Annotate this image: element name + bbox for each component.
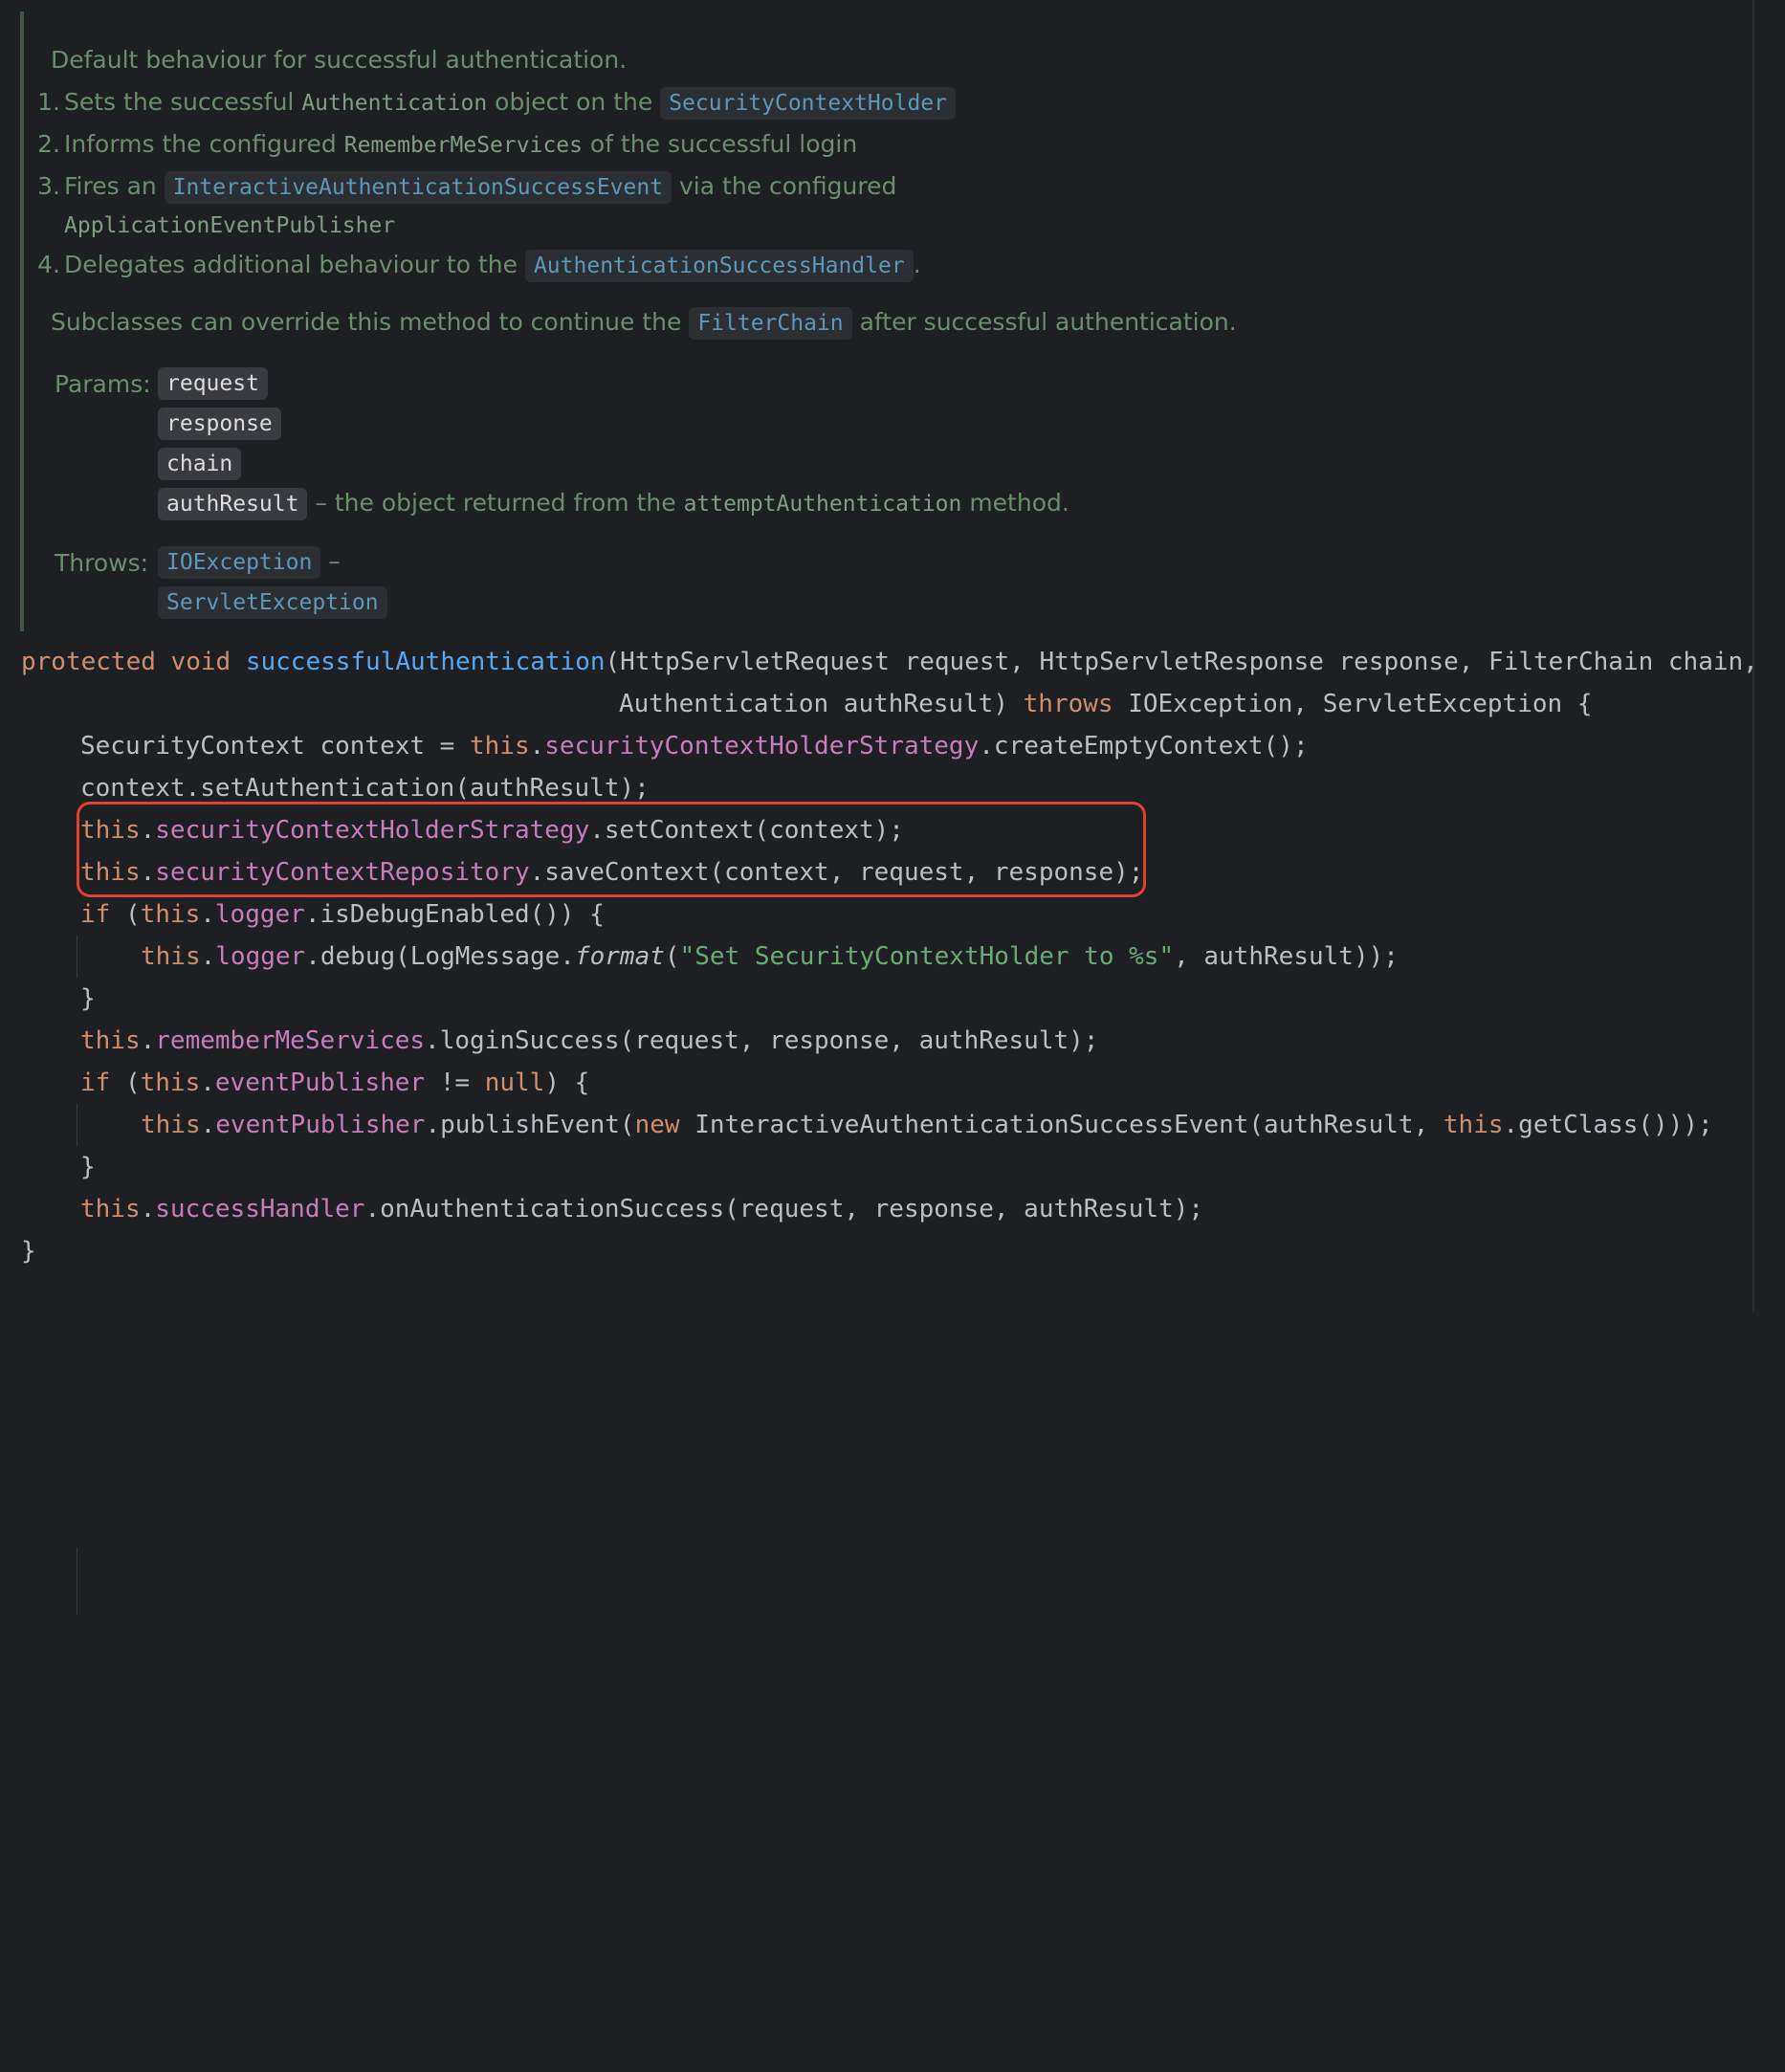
code-line-method-close: } (21, 1237, 36, 1266)
highlight-annotation-box (77, 802, 1146, 897)
doc-subclasses-note: Subclasses can override this method to c… (51, 307, 1237, 340)
link-authentication-success-handler[interactable]: AuthenticationSuccessHandler (524, 250, 914, 282)
code-line-signature-2: Authentication authResult) throws IOExce… (619, 690, 1593, 718)
doc-intro: Default behaviour for successful authent… (51, 46, 628, 74)
doc-step-3: 3. Fires an InteractiveAuthenticationSuc… (37, 171, 897, 238)
link-interactive-auth-success-event[interactable]: InteractiveAuthenticationSuccessEvent (164, 171, 672, 204)
code-line-create-context: SecurityContext context = this.securityC… (80, 732, 1309, 760)
param-auth-result: authResult – the object returned from th… (158, 488, 1069, 520)
doc-step-4: 4. Delegates additional behaviour to the… (37, 250, 921, 282)
throws-io-exception: IOException – (158, 546, 341, 579)
param-chain: chain (158, 448, 242, 480)
param-response: response (158, 408, 281, 440)
code-line-log-debug: this.logger.debug(LogMessage.format("Set… (141, 942, 1399, 971)
code-line-if-debug: if (this.logger.isDebugEnabled()) { (80, 900, 605, 929)
doc-step-2: 2. Informs the configured RememberMeServ… (37, 130, 858, 158)
link-filter-chain[interactable]: FilterChain (689, 307, 852, 340)
throws-servlet-exception: ServletException (158, 586, 387, 619)
doc-step-1: 1. Sets the successful Authentication ob… (37, 87, 956, 120)
params-label: Params: (55, 370, 151, 398)
code-line-login-success: this.rememberMeServices.loginSuccess(req… (80, 1026, 1099, 1055)
param-request: request (158, 367, 268, 400)
code-line-publish-event: this.eventPublisher.publishEvent(new Int… (141, 1111, 1713, 1139)
method-name[interactable]: successfulAuthentication (246, 648, 606, 676)
javadoc-block: Default behaviour for successful authent… (20, 11, 1736, 631)
link-servlet-exception[interactable]: ServletException (158, 586, 387, 619)
code-line-signature-1: protected void successfulAuthentication(… (21, 648, 1758, 676)
code-line-success-handler: this.successHandler.onAuthenticationSucc… (80, 1195, 1204, 1223)
throws-label: Throws: (55, 549, 149, 577)
code-block[interactable]: protected void successfulAuthentication(… (21, 641, 1758, 2072)
link-security-context-holder[interactable]: SecurityContextHolder (660, 87, 956, 120)
code-line-close-brace: } (80, 1153, 96, 1181)
code-line-close-brace: } (80, 984, 96, 1013)
code-line-if-publisher: if (this.eventPublisher != null) { (80, 1069, 590, 1097)
link-io-exception[interactable]: IOException (158, 546, 321, 579)
